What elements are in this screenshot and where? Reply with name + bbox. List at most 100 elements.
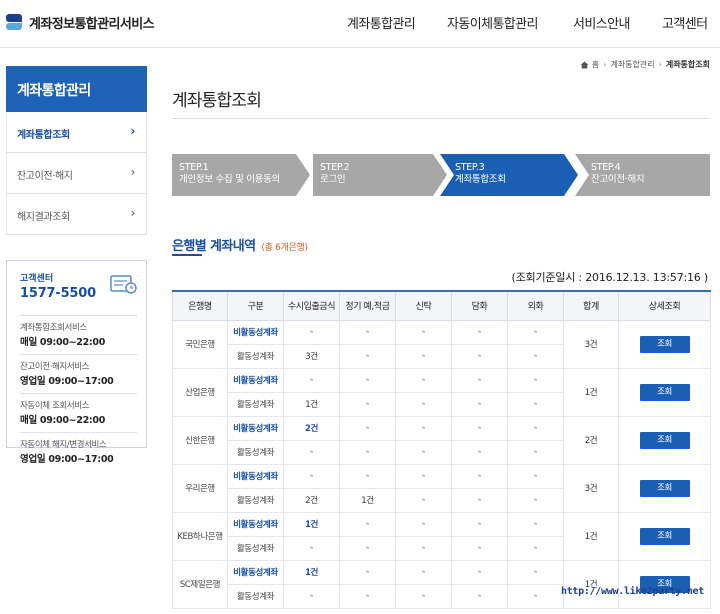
breadcrumb-separator-icon: ›	[658, 60, 662, 69]
top-header: 계좌정보통합관리서비스 계좌통합관리 자동이체통합관리 서비스안내 고객센터	[0, 0, 720, 48]
step-label: 계좌통합조회	[455, 174, 506, 185]
chevron-right-icon: ›	[130, 124, 135, 138]
step-label: 로그인	[320, 174, 346, 185]
table-cell: -	[395, 319, 452, 345]
table-cell: -	[339, 415, 396, 441]
table-cell: -	[451, 559, 508, 585]
support-service-hours: 영업일 09:00~17:00	[20, 376, 114, 387]
breadcrumb-item[interactable]: 계좌통합관리	[610, 59, 654, 70]
column-header: 은행명	[172, 290, 228, 321]
sidebar-item-termination-result[interactable]: 해지결과조회 ›	[6, 194, 147, 235]
table-cell: -	[339, 559, 396, 585]
view-detail-button[interactable]: 조회	[639, 431, 690, 449]
table-row: KEB하나은행 비활동성계좌 1건 - - - -1건 조회	[172, 511, 711, 561]
active-account-label: 활동성계좌	[227, 487, 284, 513]
nav-customer-center[interactable]: 고객센터	[662, 13, 708, 32]
watermark-url: http://www.like2party.net	[560, 586, 704, 597]
table-cell: -	[339, 367, 396, 393]
step-number: STEP.4	[591, 162, 621, 173]
table-cell: -	[451, 319, 508, 345]
table-cell: -	[395, 439, 452, 465]
active-account-label: 활동성계좌	[227, 439, 284, 465]
bank-name: SC제일은행	[172, 559, 228, 609]
view-detail-button[interactable]: 조회	[639, 479, 690, 497]
chevron-right-icon: ›	[130, 206, 136, 220]
nav-account-management[interactable]: 계좌통합관리	[347, 13, 416, 32]
step-number: STEP.2	[320, 162, 350, 173]
breadcrumb: 홈 › 계좌통합관리 › 계좌통합조회	[580, 59, 710, 70]
customer-support-box: 고객센터 1577-5500 계좌통합조회서비스 매일 09:00~22:00 …	[6, 260, 147, 465]
table-cell: -	[339, 511, 396, 537]
table-cell: -	[507, 511, 564, 537]
table-cell: -	[395, 463, 452, 489]
table-cell: -	[451, 367, 508, 393]
column-header: 외화	[507, 290, 564, 321]
query-timestamp: (조회기준일시 : 2016.12.13. 13:57:16 )	[511, 271, 709, 284]
step-label: 잔고이전·해지	[591, 174, 645, 185]
table-cell: 1건	[283, 559, 340, 585]
column-header: 상세조회	[618, 290, 711, 321]
total-count: 3건	[563, 463, 619, 513]
bank-account-table: 은행명 구분 수시입출금식 정기 예,적금 신탁 담화 외화 합계 상세조회 국…	[172, 290, 711, 609]
total-count: 2건	[563, 415, 619, 465]
table-cell: -	[451, 511, 508, 537]
table-cell: 2건	[283, 487, 340, 513]
total-count: 1건	[563, 367, 619, 417]
support-hours-row: 자동이체 해지/변경서비스 영업일 09:00~17:00	[20, 432, 137, 465]
bank-name: KEB하나은행	[172, 511, 228, 561]
column-header: 담화	[451, 290, 508, 321]
view-detail-button[interactable]: 조회	[639, 527, 690, 545]
section-title: 은행별 계좌내역 (총 6개은행)	[172, 235, 308, 254]
view-detail-button[interactable]: 조회	[639, 335, 690, 353]
sidebar-item-balance-transfer[interactable]: 잔고이전·해지 ›	[6, 153, 147, 194]
table-cell: -	[339, 343, 396, 369]
home-icon[interactable]	[580, 61, 589, 69]
table-cell: -	[395, 391, 452, 417]
table-cell: -	[339, 319, 396, 345]
table-cell: -	[395, 343, 452, 369]
chevron-right-icon: ›	[130, 165, 136, 179]
table-cell: -	[395, 415, 452, 441]
site-logo[interactable]: 계좌정보통합관리서비스	[6, 12, 155, 32]
table-cell: -	[395, 535, 452, 561]
support-hours-row: 자동이체 조회서비스 매일 09:00~22:00	[20, 393, 137, 426]
inactive-account-label: 비활동성계좌	[227, 319, 284, 345]
page-title: 계좌통합조회	[172, 91, 262, 111]
column-header: 정기 예,적금	[339, 290, 396, 321]
table-cell: -	[507, 415, 564, 441]
inactive-account-label: 비활동성계좌	[227, 415, 284, 441]
bank-name: 신한은행	[172, 415, 228, 465]
bank-name: 산업은행	[172, 367, 228, 417]
table-cell: -	[339, 535, 396, 561]
sidebar-item-label: 잔고이전·해지	[17, 171, 73, 182]
nav-service-guide[interactable]: 서비스안내	[573, 13, 630, 32]
bank-name: 우리은행	[172, 463, 228, 513]
table-row: 국민은행 비활동성계좌 - - - - -3건 조회	[172, 319, 711, 369]
table-cell: -	[283, 583, 340, 609]
table-cell: -	[451, 391, 508, 417]
sidebar-item-account-inquiry[interactable]: 계좌통합조회 ›	[6, 112, 147, 153]
table-row: SC제일은행 비활동성계좌 1건 - - - -1건 조회	[172, 559, 711, 609]
step-number: STEP.3	[455, 162, 485, 173]
table-cell: -	[395, 583, 452, 609]
inactive-account-label: 비활동성계좌	[227, 511, 284, 537]
support-hours-row: 잔고이전·해지서비스 영업일 09:00~17:00	[20, 354, 137, 387]
table-cell: -	[395, 559, 452, 585]
column-header: 구분	[227, 290, 284, 321]
table-cell: -	[283, 319, 340, 345]
table-cell: -	[507, 487, 564, 513]
table-row: 산업은행 비활동성계좌 - - - - -1건 조회	[172, 367, 711, 417]
table-cell: -	[283, 439, 340, 465]
inactive-account-label: 비활동성계좌	[227, 367, 284, 393]
table-cell: -	[395, 367, 452, 393]
column-header: 합계	[563, 290, 619, 321]
bank-name: 국민은행	[172, 319, 228, 369]
nav-auto-transfer-management[interactable]: 자동이체통합관리	[447, 13, 538, 32]
total-count: 1건	[563, 511, 619, 561]
support-service-name: 자동이체 해지/변경서비스	[20, 440, 107, 450]
breadcrumb-home[interactable]: 홈	[592, 59, 599, 70]
section-underline	[172, 254, 202, 256]
sidebar-title: 계좌통합관리	[6, 66, 147, 112]
table-cell: -	[507, 319, 564, 345]
view-detail-button[interactable]: 조회	[639, 383, 690, 401]
